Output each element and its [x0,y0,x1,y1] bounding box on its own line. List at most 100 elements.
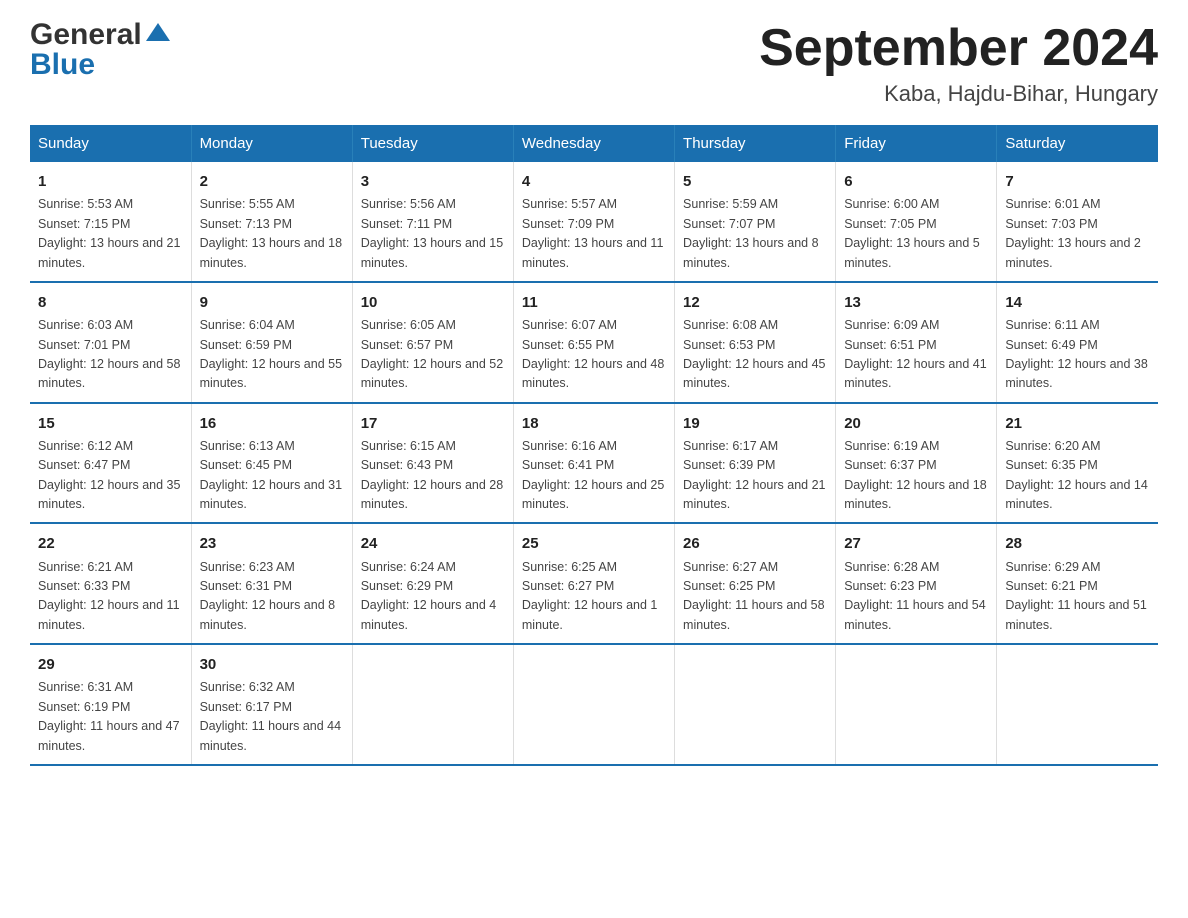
calendar-week-row: 15Sunrise: 6:12 AMSunset: 6:47 PMDayligh… [30,403,1158,524]
day-number: 17 [361,412,505,435]
calendar-cell: 21Sunrise: 6:20 AMSunset: 6:35 PMDayligh… [997,403,1158,524]
day-info: Sunrise: 6:03 AMSunset: 7:01 PMDaylight:… [38,316,183,394]
day-info: Sunrise: 6:19 AMSunset: 6:37 PMDaylight:… [844,437,988,515]
day-number: 30 [200,653,344,676]
page-subtitle: Kaba, Hajdu-Bihar, Hungary [759,81,1158,107]
calendar-cell: 24 Sunrise: 6:24 AMSunset: 6:29 PMDayligh… [352,523,513,644]
day-number: 21 [1005,412,1150,435]
day-number: 29 [38,653,183,676]
calendar-cell: 25 Sunrise: 6:25 AMSunset: 6:27 PMDayligh… [513,523,674,644]
day-info: Sunrise: 6:08 AMSunset: 6:53 PMDaylight:… [683,316,827,394]
day-number: 26 [683,532,827,555]
calendar-cell: 13Sunrise: 6:09 AMSunset: 6:51 PMDayligh… [836,282,997,403]
calendar-cell: 23 Sunrise: 6:23 AMSunset: 6:31 PMDayligh… [191,523,352,644]
calendar-cell: 9Sunrise: 6:04 AMSunset: 6:59 PMDaylight… [191,282,352,403]
day-info: Sunrise: 6:27 AMSunset: 6:25 PMDaylight:… [683,558,827,636]
day-number: 18 [522,412,666,435]
weekday-header-monday: Monday [191,125,352,162]
weekday-header-saturday: Saturday [997,125,1158,162]
day-number: 2 [200,170,344,193]
day-number: 3 [361,170,505,193]
day-info: Sunrise: 6:16 AMSunset: 6:41 PMDaylight:… [522,437,666,515]
day-number: 10 [361,291,505,314]
day-number: 7 [1005,170,1150,193]
day-number: 9 [200,291,344,314]
day-number: 24 [361,532,505,555]
calendar-cell: 7Sunrise: 6:01 AMSunset: 7:03 PMDaylight… [997,162,1158,282]
day-info: Sunrise: 6:01 AMSunset: 7:03 PMDaylight:… [1005,195,1150,273]
calendar-cell: 18Sunrise: 6:16 AMSunset: 6:41 PMDayligh… [513,403,674,524]
day-info: Sunrise: 6:13 AMSunset: 6:45 PMDaylight:… [200,437,344,515]
day-info: Sunrise: 6:24 AMSunset: 6:29 PMDaylight:… [361,558,505,636]
calendar-cell: 28 Sunrise: 6:29 AMSunset: 6:21 PMDayligh… [997,523,1158,644]
day-info: Sunrise: 5:56 AMSunset: 7:11 PMDaylight:… [361,195,505,273]
day-info: Sunrise: 6:17 AMSunset: 6:39 PMDaylight:… [683,437,827,515]
calendar-cell: 11Sunrise: 6:07 AMSunset: 6:55 PMDayligh… [513,282,674,403]
day-info: Sunrise: 6:28 AMSunset: 6:23 PMDaylight:… [844,558,988,636]
calendar-cell [836,644,997,765]
calendar-cell: 4Sunrise: 5:57 AMSunset: 7:09 PMDaylight… [513,162,674,282]
day-info: Sunrise: 6:23 AMSunset: 6:31 PMDaylight:… [200,558,344,636]
calendar-cell: 20Sunrise: 6:19 AMSunset: 6:37 PMDayligh… [836,403,997,524]
calendar-cell: 27 Sunrise: 6:28 AMSunset: 6:23 PMDayligh… [836,523,997,644]
day-info: Sunrise: 6:12 AMSunset: 6:47 PMDaylight:… [38,437,183,515]
logo-triangle-icon [144,19,172,47]
calendar-week-row: 8Sunrise: 6:03 AMSunset: 7:01 PMDaylight… [30,282,1158,403]
calendar-cell: 17Sunrise: 6:15 AMSunset: 6:43 PMDayligh… [352,403,513,524]
day-number: 11 [522,291,666,314]
calendar-cell: 5Sunrise: 5:59 AMSunset: 7:07 PMDaylight… [675,162,836,282]
calendar-cell: 2Sunrise: 5:55 AMSunset: 7:13 PMDaylight… [191,162,352,282]
day-number: 27 [844,532,988,555]
calendar-cell: 3Sunrise: 5:56 AMSunset: 7:11 PMDaylight… [352,162,513,282]
weekday-header-wednesday: Wednesday [513,125,674,162]
day-number: 1 [38,170,183,193]
day-info: Sunrise: 5:55 AMSunset: 7:13 PMDaylight:… [200,195,344,273]
title-block: September 2024 Kaba, Hajdu-Bihar, Hungar… [759,20,1158,107]
page-header: General Blue September 2024 Kaba, Hajdu-… [30,20,1158,107]
day-info: Sunrise: 6:15 AMSunset: 6:43 PMDaylight:… [361,437,505,515]
logo-general-text: General [30,20,142,50]
day-info: Sunrise: 5:59 AMSunset: 7:07 PMDaylight:… [683,195,827,273]
day-info: Sunrise: 6:32 AMSunset: 6:17 PMDaylight:… [200,678,344,756]
calendar-cell: 10Sunrise: 6:05 AMSunset: 6:57 PMDayligh… [352,282,513,403]
day-info: Sunrise: 6:29 AMSunset: 6:21 PMDaylight:… [1005,558,1150,636]
weekday-header-friday: Friday [836,125,997,162]
day-number: 22 [38,532,183,555]
day-info: Sunrise: 6:21 AMSunset: 6:33 PMDaylight:… [38,558,183,636]
day-info: Sunrise: 6:07 AMSunset: 6:55 PMDaylight:… [522,316,666,394]
day-number: 20 [844,412,988,435]
page-title: September 2024 [759,20,1158,77]
day-number: 25 [522,532,666,555]
calendar-table: SundayMondayTuesdayWednesdayThursdayFrid… [30,125,1158,766]
day-info: Sunrise: 5:53 AMSunset: 7:15 PMDaylight:… [38,195,183,273]
calendar-cell: 15Sunrise: 6:12 AMSunset: 6:47 PMDayligh… [30,403,191,524]
logo-blue-text: Blue [30,50,172,80]
day-number: 19 [683,412,827,435]
day-info: Sunrise: 6:09 AMSunset: 6:51 PMDaylight:… [844,316,988,394]
day-info: Sunrise: 6:20 AMSunset: 6:35 PMDaylight:… [1005,437,1150,515]
day-info: Sunrise: 6:04 AMSunset: 6:59 PMDaylight:… [200,316,344,394]
day-info: Sunrise: 6:25 AMSunset: 6:27 PMDaylight:… [522,558,666,636]
day-number: 23 [200,532,344,555]
day-number: 28 [1005,532,1150,555]
calendar-cell: 1Sunrise: 5:53 AMSunset: 7:15 PMDaylight… [30,162,191,282]
day-number: 8 [38,291,183,314]
day-info: Sunrise: 5:57 AMSunset: 7:09 PMDaylight:… [522,195,666,273]
calendar-week-row: 29Sunrise: 6:31 AMSunset: 6:19 PMDayligh… [30,644,1158,765]
day-info: Sunrise: 6:05 AMSunset: 6:57 PMDaylight:… [361,316,505,394]
calendar-cell: 12Sunrise: 6:08 AMSunset: 6:53 PMDayligh… [675,282,836,403]
day-info: Sunrise: 6:11 AMSunset: 6:49 PMDaylight:… [1005,316,1150,394]
calendar-cell: 29Sunrise: 6:31 AMSunset: 6:19 PMDayligh… [30,644,191,765]
day-number: 15 [38,412,183,435]
calendar-cell [997,644,1158,765]
day-info: Sunrise: 6:31 AMSunset: 6:19 PMDaylight:… [38,678,183,756]
calendar-cell: 16Sunrise: 6:13 AMSunset: 6:45 PMDayligh… [191,403,352,524]
calendar-cell [513,644,674,765]
calendar-week-row: 22 Sunrise: 6:21 AMSunset: 6:33 PMDayligh… [30,523,1158,644]
calendar-cell [352,644,513,765]
day-number: 16 [200,412,344,435]
calendar-week-row: 1Sunrise: 5:53 AMSunset: 7:15 PMDaylight… [30,162,1158,282]
day-number: 12 [683,291,827,314]
calendar-cell: 14Sunrise: 6:11 AMSunset: 6:49 PMDayligh… [997,282,1158,403]
day-number: 14 [1005,291,1150,314]
